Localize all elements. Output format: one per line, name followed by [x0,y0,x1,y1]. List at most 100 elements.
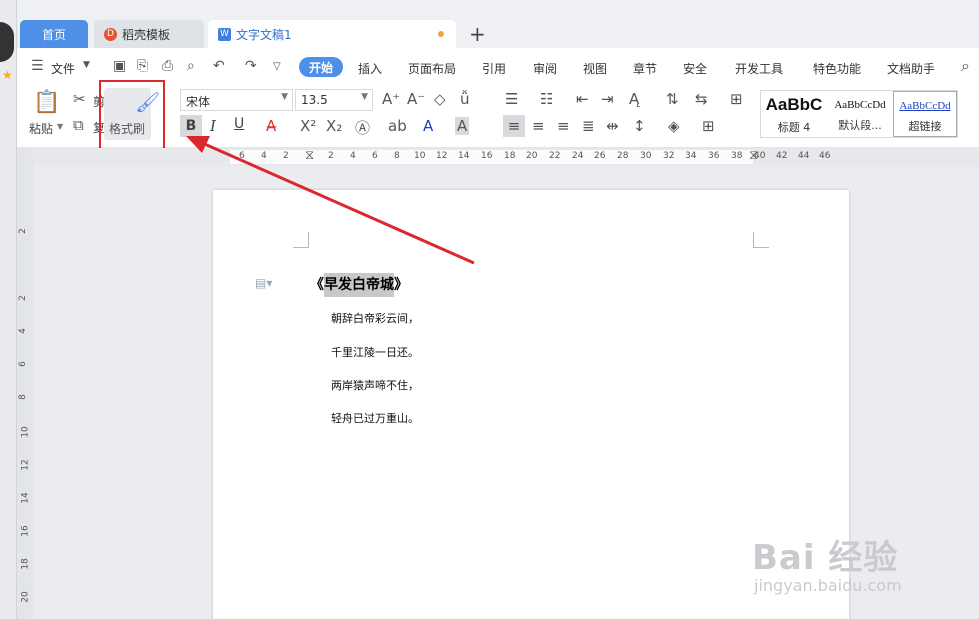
font-name-select[interactable]: 宋体 ▼ [180,89,293,111]
horizontal-ruler[interactable]: 6 4 2 ⧖ 2 4 6 8 10 12 14 16 18 20 22 24 … [33,148,979,166]
char-shading-icon[interactable]: A [455,117,470,135]
style-hyperlink[interactable]: AaBbCcDd 超链接 [893,91,957,137]
ruler-tick-label: 20 [526,151,538,161]
align-center-icon[interactable]: ≡ [532,117,545,135]
menu-insert[interactable]: 插入 [358,60,382,77]
export-icon[interactable]: ⎘ [137,58,148,74]
ruler-tick-label: 4 [350,151,356,161]
ruler-tick-label: 10 [20,426,31,438]
strikethrough-icon[interactable]: A̶ [266,117,276,135]
ruler-tick-label: 2 [17,228,28,234]
clear-format-icon[interactable]: ◇ [434,90,446,108]
italic-button[interactable]: I [210,117,216,135]
justify-icon[interactable]: ≣ [582,117,595,135]
tab-document-label: 文字文稿1 [236,27,292,42]
increase-font-icon[interactable]: A⁺ [382,90,400,108]
bold-button[interactable]: B [180,115,202,137]
style-default-paragraph[interactable]: AaBbCcDd 默认段... [827,91,893,137]
numbered-list-icon[interactable]: ☷ [540,90,553,108]
new-tab-button[interactable]: + [469,22,486,46]
quick-access-more-icon[interactable]: ▽ [273,61,281,72]
style-hyperlink-sample: AaBbCcDd [899,100,951,112]
watermark-brand: Bai 经验 [752,538,899,578]
hamburger-icon[interactable]: ☰ [31,58,44,74]
tab-document[interactable]: W 文字文稿1 [208,20,456,48]
menu-chapter[interactable]: 章节 [633,60,657,77]
print-preview-icon[interactable]: ⌕ [187,58,195,74]
chinese-layout-icon[interactable]: Ą [629,90,639,108]
table-border-icon[interactable]: ⊞ [730,90,743,108]
distributed-icon[interactable]: ⇹ [606,117,619,135]
text-effect-icon[interactable]: Ⓐ [355,117,370,138]
menu-references[interactable]: 引用 [482,60,506,77]
chevron-down-icon: ▼ [281,92,288,102]
highlight-icon[interactable]: ab [388,117,407,135]
print-icon[interactable]: ⎙ [162,58,173,74]
menu-page-layout[interactable]: 页面布局 [408,60,456,77]
copy-icon[interactable]: ⧉ [73,116,84,134]
decrease-font-icon[interactable]: A⁻ [407,90,425,108]
ruler-tick-label: 44 [798,151,810,161]
align-right-icon[interactable]: ≡ [557,117,570,135]
tab-home[interactable]: 首页 [20,20,88,48]
menu-review[interactable]: 审阅 [533,60,557,77]
unsaved-dot-icon [438,31,444,37]
menu-security[interactable]: 安全 [683,60,707,77]
search-icon[interactable]: ⌕ [961,56,970,76]
tab-template[interactable]: D 稻壳模板 [94,20,204,48]
menu-view[interactable]: 视图 [583,60,607,77]
paste-button[interactable]: 粘贴 [29,120,53,137]
writer-doc-icon: W [218,27,231,41]
subscript-icon[interactable]: X₂ [326,117,342,135]
increase-indent-icon[interactable]: ⇥ [601,90,614,108]
scissors-icon[interactable]: ✂ [73,90,86,108]
indent-marker-icon[interactable]: ⧖ [305,148,314,163]
poem-line-1[interactable]: 朝辞白帝彩云间， [331,310,419,326]
ruler-tick-label: 2 [17,295,28,301]
paste-dropdown-icon[interactable]: ▼ [57,122,63,131]
document-title[interactable]: 《早发白帝城》 [310,273,408,297]
underline-button[interactable]: U [234,116,244,132]
ruler-tick-label: 28 [617,151,629,161]
redo-icon[interactable]: ↷ [245,58,257,74]
title-open-bracket: 《 [310,277,324,293]
poem-line-4[interactable]: 轻舟已过万重山。 [331,410,419,426]
ruler-tick-label: 14 [458,151,470,161]
font-color-icon[interactable]: A [423,117,433,135]
show-hide-icon[interactable]: ⇆ [695,90,708,108]
borders-icon[interactable]: ⊞ [702,117,715,135]
menu-developer[interactable]: 开发工具 [735,60,783,77]
paste-icon[interactable]: 📋 [33,90,60,115]
ruler-tick-label: 4 [261,151,267,161]
poem-line-3[interactable]: 两岸猿声啼不住， [331,377,419,393]
bullet-list-icon[interactable]: ☰ [505,90,518,108]
undo-icon[interactable]: ↶ [213,58,225,74]
poem-line-2[interactable]: 千里江陵一日还。 [331,344,419,360]
tab-home-label: 首页 [41,27,66,42]
menu-doc-assistant[interactable]: 文档助手 [887,60,935,77]
font-size-select[interactable]: 13.5 ▼ [295,89,373,111]
ruler-tick-label: 4 [17,328,28,334]
style-heading4[interactable]: AaBbC 标题 4 [761,91,827,137]
tab-bar: 首页 D 稻壳模板 W 文字文稿1 + [17,0,979,48]
ruler-tick-label: 8 [394,151,400,161]
save-icon[interactable]: ▣ [113,58,126,74]
line-spacing-icon[interactable]: ↕ [633,117,646,135]
ruler-tick-label: 6 [372,151,378,161]
superscript-icon[interactable]: X² [300,117,316,135]
menu-special[interactable]: 特色功能 [813,60,861,77]
phonetic-guide-icon[interactable]: ǚ [460,90,470,108]
ruler-tick-label: 46 [819,151,831,161]
align-left-icon[interactable]: ≡ [503,115,525,137]
ruler-tick-label: 40 [754,151,766,161]
decrease-indent-icon[interactable]: ⇤ [576,90,589,108]
menu-home[interactable]: 开始 [299,57,343,77]
menu-file[interactable]: 文件 [51,60,75,77]
vertical-ruler[interactable]: 2 2 4 6 8 10 12 14 16 18 20 [17,148,33,619]
selected-title-text[interactable]: 早发白帝城 [324,273,394,297]
star-icon: ★ [2,68,13,82]
shading-icon[interactable]: ◈ [668,117,680,135]
style-default-name: 默认段... [838,119,882,132]
paragraph-handle-icon[interactable]: ▤▾ [255,276,272,290]
sort-icon[interactable]: ⇅ [666,90,679,108]
